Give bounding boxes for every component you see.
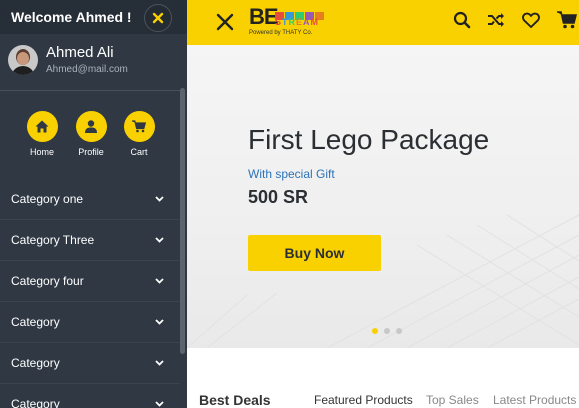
buy-now-button[interactable]: Buy Now bbox=[248, 235, 381, 271]
chevron-down-icon bbox=[155, 401, 164, 407]
category-label: Category one bbox=[11, 191, 84, 206]
sidebar-scrollbar[interactable] bbox=[180, 88, 185, 354]
app-root: BE STREAM Powered by THATY Co. First Leg… bbox=[0, 0, 579, 408]
close-menu-icon[interactable] bbox=[215, 12, 235, 37]
slider-dot-2[interactable] bbox=[384, 328, 390, 334]
logo-main: BE bbox=[249, 4, 279, 29]
slider-dots bbox=[372, 328, 408, 334]
slider-dot-1[interactable] bbox=[372, 328, 378, 334]
divider bbox=[0, 90, 180, 91]
search-icon[interactable] bbox=[453, 11, 471, 34]
user-icon bbox=[85, 120, 97, 133]
chevron-down-icon bbox=[155, 278, 164, 284]
hero-background-pattern bbox=[187, 214, 579, 348]
sidebar-drawer: Welcome Ahmed ! Ahmed Ali Ahmed@mail.com… bbox=[0, 0, 187, 408]
category-label: Category bbox=[11, 315, 60, 329]
chevron-down-icon bbox=[155, 237, 164, 243]
cart-button[interactable]: Cart bbox=[122, 111, 156, 157]
logo-tagline: Powered by THATY Co. bbox=[249, 30, 313, 36]
home-icon bbox=[35, 120, 49, 133]
products-section: Best Deals Featured Products Top Sales L… bbox=[187, 348, 579, 408]
logo-stream: STREAM bbox=[275, 17, 320, 27]
close-icon bbox=[152, 12, 164, 24]
hero-price: 500 SR bbox=[248, 187, 309, 207]
brand-logo[interactable]: BE STREAM Powered by THATY Co. bbox=[249, 4, 324, 36]
tab-top-sales[interactable]: Top Sales bbox=[426, 393, 479, 407]
category-item[interactable]: Category four bbox=[0, 260, 180, 301]
chevron-down-icon bbox=[155, 360, 164, 366]
slider-dot-3[interactable] bbox=[396, 328, 402, 334]
cart-icon[interactable] bbox=[557, 11, 578, 34]
category-list: Category one Category Three Category fou… bbox=[0, 178, 180, 408]
category-label: Category four bbox=[11, 274, 84, 288]
profile-button[interactable]: Profile bbox=[74, 111, 108, 157]
cart-icon bbox=[132, 120, 146, 133]
hero-subtitle: With special Gift bbox=[248, 167, 335, 181]
category-item[interactable]: Category bbox=[0, 342, 180, 383]
chevron-down-icon bbox=[155, 319, 164, 325]
user-email: Ahmed@mail.com bbox=[46, 64, 128, 75]
sidebar-title: Welcome Ahmed ! bbox=[11, 9, 132, 25]
category-item[interactable]: Category one bbox=[0, 178, 180, 219]
category-item[interactable]: Category Three bbox=[0, 219, 180, 260]
tab-featured-products[interactable]: Featured Products bbox=[314, 393, 413, 407]
user-profile[interactable]: Ahmed Ali Ahmed@mail.com bbox=[8, 44, 128, 75]
sidebar-header: Welcome Ahmed ! bbox=[0, 0, 187, 34]
top-bar: BE STREAM Powered by THATY Co. bbox=[187, 0, 579, 45]
category-label: Category bbox=[11, 397, 60, 408]
category-label: Category Three bbox=[11, 233, 95, 247]
chevron-down-icon bbox=[155, 195, 164, 202]
home-button[interactable]: Home bbox=[25, 111, 59, 157]
hero-title: First Lego Package bbox=[248, 124, 490, 155]
avatar bbox=[8, 44, 38, 75]
cart-label: Cart bbox=[130, 147, 148, 157]
close-sidebar-button[interactable] bbox=[144, 4, 172, 32]
shuffle-icon[interactable] bbox=[487, 12, 505, 33]
heart-icon[interactable] bbox=[522, 12, 540, 33]
tab-latest-products[interactable]: Latest Products bbox=[493, 393, 576, 407]
category-item[interactable]: Category bbox=[0, 301, 180, 342]
category-label: Category bbox=[11, 356, 60, 370]
user-name: Ahmed Ali bbox=[46, 44, 114, 61]
category-item[interactable]: Category bbox=[0, 383, 180, 408]
section-heading: Best Deals bbox=[199, 392, 271, 408]
hero-banner: First Lego Package With special Gift 500… bbox=[187, 45, 579, 348]
